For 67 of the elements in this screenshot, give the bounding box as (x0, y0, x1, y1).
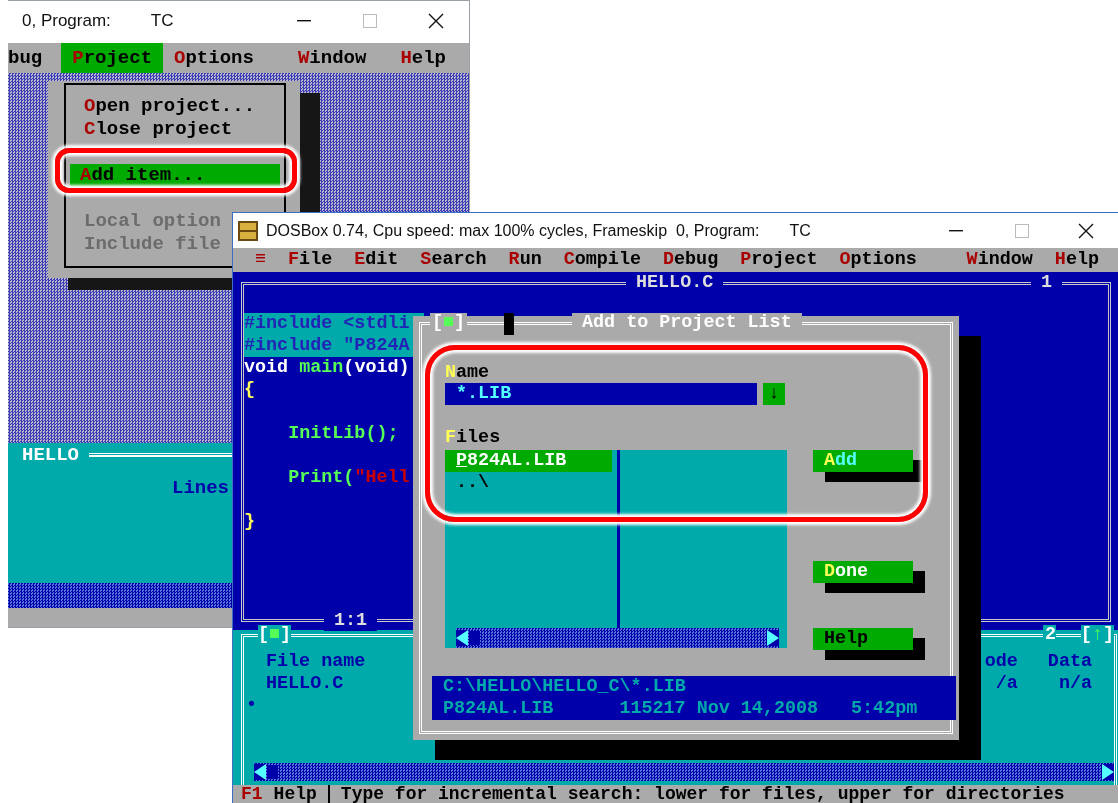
close-icon (428, 13, 444, 29)
menu-item[interactable]: Search (409, 248, 498, 272)
left-arrow-icon[interactable] (456, 630, 468, 646)
code-line: Print("Hell (287, 467, 411, 489)
list-item[interactable]: ..\ (445, 472, 612, 494)
program-name: TC (150, 11, 174, 31)
menu-item[interactable]: bug (8, 43, 54, 73)
shortcut-key: F1 (241, 785, 263, 803)
scroll-thumb[interactable] (268, 765, 278, 779)
cursor-block (504, 313, 514, 335)
menu-item[interactable]: Compile (552, 248, 652, 272)
menu-item[interactable]: Options (163, 43, 265, 73)
file-name: P824AL.LIB (443, 698, 554, 720)
close-icon (1078, 222, 1094, 239)
left-arrow-icon[interactable] (254, 764, 266, 780)
file-time: 5:42pm (851, 698, 918, 720)
program-name: TC (789, 221, 811, 240)
minimize-icon (949, 229, 963, 232)
cursor-position: 1:1 (324, 611, 378, 631)
scrollbar[interactable] (254, 763, 1114, 781)
maximize-icon (1015, 223, 1029, 238)
menu-item[interactable]: Add item... (70, 164, 280, 187)
table-cell: HELLO.C (266, 673, 344, 695)
maximize-icon (363, 14, 377, 28)
menu-item[interactable]: Debug (652, 248, 730, 272)
column-heading: File name (266, 651, 366, 673)
menu-item[interactable]: Window (955, 248, 1044, 272)
window-title: DOSBox 0.74, Cpu speed: max 100% cycles, Frameskip 0, Program: (266, 221, 760, 240)
menu-item[interactable]: File (277, 248, 344, 272)
window-title: HELLO (21, 444, 80, 466)
window-title: 0, Program: (22, 11, 111, 31)
table-cell: /a (995, 673, 1018, 695)
status-hint: Type for incremental search: lower for files, upper for directories (340, 785, 1065, 803)
file-list[interactable]: P824AL.LIB ..\ (445, 450, 787, 648)
code-line: InitLib(); (287, 423, 400, 445)
menu-item[interactable]: Window (286, 43, 378, 73)
menu-item[interactable]: Project (61, 43, 164, 73)
code-line: } (244, 511, 257, 533)
menu-item[interactable]: Help (389, 43, 457, 73)
shortcut-label: Help (273, 785, 330, 803)
file-path: C:\HELLO\HELLO_C\*.LIB (443, 676, 687, 698)
menu-item[interactable]: Edit (343, 248, 410, 272)
right-arrow-icon[interactable] (1102, 764, 1114, 780)
code-line: { (244, 379, 257, 401)
menu-item[interactable]: Help (1043, 248, 1110, 272)
column-heading: ode (984, 651, 1018, 673)
menu-item[interactable]: Close project (70, 118, 233, 141)
dialog-title: Add to Project List (572, 313, 802, 333)
menu-item[interactable]: Project (729, 248, 829, 272)
menu-item[interactable]: Run (497, 248, 553, 272)
minimize-icon (297, 20, 311, 22)
field-label: Name (445, 362, 491, 383)
output-text: Lines (172, 477, 229, 499)
app-icon (238, 220, 258, 241)
input-field[interactable]: *.LIB (445, 383, 757, 405)
menu-item[interactable]: Open project... (70, 95, 256, 118)
table-cell: n/a (1058, 673, 1092, 695)
scroll-thumb[interactable] (470, 631, 480, 645)
history-button[interactable]: ↓ (763, 383, 785, 405)
code-line: void main(void) (244, 357, 411, 379)
scrollbar[interactable] (456, 628, 779, 648)
file-size-date: 115217 Nov 14,2008 (619, 698, 819, 720)
field-label: Files (445, 427, 502, 450)
right-arrow-icon[interactable] (767, 630, 779, 646)
list-marker: • (245, 695, 258, 717)
menu-item[interactable]: Options (828, 248, 928, 272)
column-heading: Data (1047, 651, 1092, 673)
